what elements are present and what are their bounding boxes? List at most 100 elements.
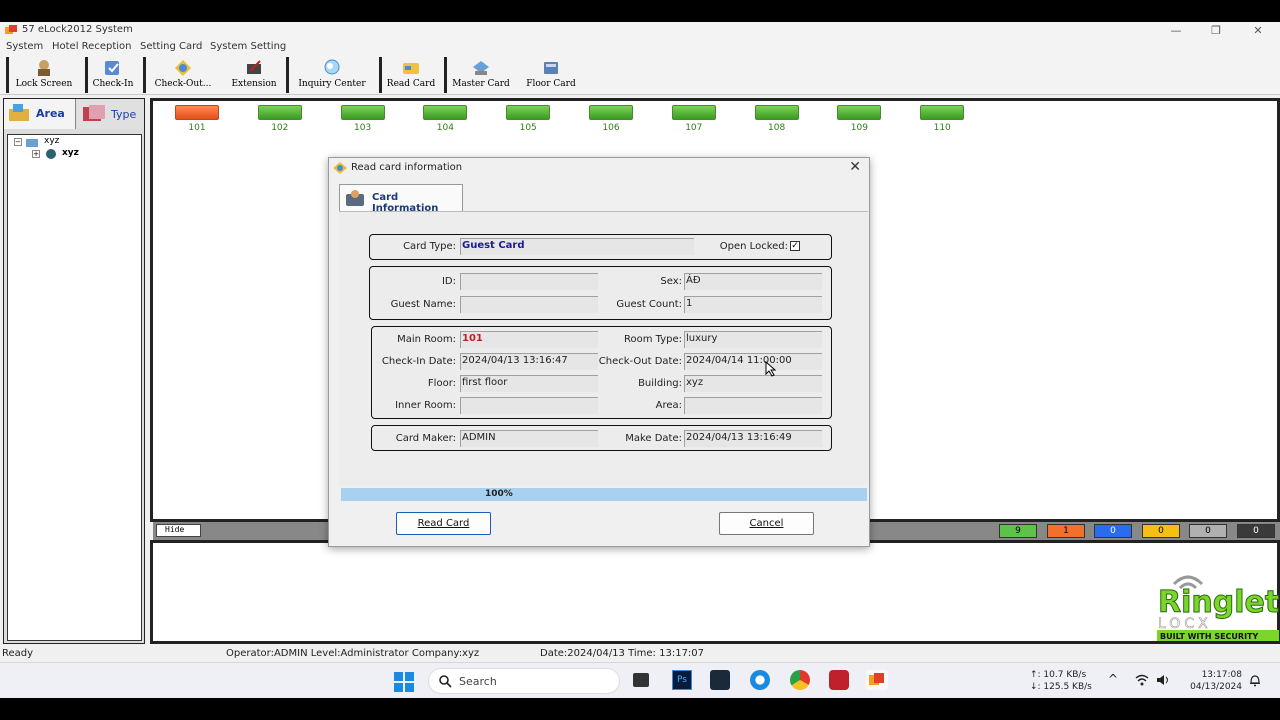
guest-count-field[interactable]: 1 [684, 296, 822, 313]
check-out-button[interactable]: Check-Out... [148, 55, 218, 95]
chevron-up-icon[interactable]: ^ [1108, 672, 1118, 686]
restore-button[interactable]: ❐ [1196, 22, 1236, 39]
main-room-field[interactable]: 101 [460, 331, 598, 348]
room-number-label: 110 [933, 123, 951, 133]
windows-start-icon[interactable] [394, 672, 414, 692]
tree-expand-toggle[interactable]: + [32, 150, 40, 158]
close-window-button[interactable]: ✕ [1238, 22, 1278, 39]
tree-collapse-toggle[interactable]: − [14, 138, 22, 146]
menu-system-setting[interactable]: System Setting [210, 41, 286, 52]
inquiry-center-button[interactable]: Inquiry Center [291, 55, 373, 95]
room-106[interactable]: 106 [589, 105, 633, 133]
tree-node-child[interactable]: xyz [62, 148, 79, 158]
make-date-field[interactable]: 2024/04/13 13:16:49 [684, 430, 822, 447]
room-104[interactable]: 104 [423, 105, 468, 133]
read-card-button-label: Read Card [417, 518, 470, 529]
card-info-panel: Card Type: Guest Card Open Locked: ✓ ID:… [339, 211, 868, 486]
counter-blue: 0 [1094, 524, 1132, 538]
tab-type[interactable]: Type [77, 99, 144, 129]
room-101[interactable]: 101 [175, 105, 219, 133]
room-status-block [257, 105, 302, 120]
building-field[interactable]: xyz [684, 375, 822, 392]
edge-icon[interactable] [750, 670, 770, 690]
search-icon [439, 675, 452, 688]
open-locked-label: Open Locked: [719, 241, 788, 252]
floor-card-button[interactable]: Floor Card [521, 55, 581, 95]
dialog-close-button[interactable]: ✕ [849, 159, 861, 175]
wifi-icon[interactable] [1135, 674, 1149, 686]
mouse-cursor-icon [765, 361, 777, 377]
master-card-button[interactable]: Master Card [449, 55, 513, 95]
card-maker-field[interactable]: ADMIN [460, 430, 598, 447]
recorder-icon[interactable] [829, 670, 849, 690]
taskbar-search[interactable]: Search [428, 668, 620, 694]
network-speed: ↑: 10.7 KB/s ↓: 125.5 KB/s [1030, 669, 1092, 693]
room-status-block [506, 105, 551, 120]
menu-setting-card[interactable]: Setting Card [140, 41, 202, 52]
toolbar-separator [286, 57, 289, 93]
room-type-field[interactable]: luxury [684, 331, 822, 348]
room-102[interactable]: 102 [257, 105, 302, 133]
clock-time: 13:17:08 [1201, 670, 1242, 680]
room-108[interactable]: 108 [754, 105, 799, 133]
read-card-button[interactable]: Read Card [384, 55, 438, 95]
cancel-button-label: Cancel [749, 518, 784, 529]
open-locked-checkbox[interactable]: ✓ [790, 241, 800, 251]
counter-dark: 0 [1237, 524, 1275, 538]
room-number-label: 106 [602, 123, 620, 133]
clock[interactable]: 13:17:08 04/13/2024 [1186, 669, 1242, 693]
cancel-button[interactable]: Cancel [719, 512, 814, 535]
tab-card-information[interactable]: Card Information [339, 184, 463, 214]
id-field[interactable] [460, 273, 598, 290]
room-105[interactable]: 105 [506, 105, 551, 133]
room-number-label: 101 [188, 123, 206, 133]
checkin-date-field[interactable]: 2024/04/13 13:16:47 [460, 353, 598, 370]
volume-icon[interactable] [1156, 674, 1170, 686]
maker-group: Card Maker: ADMIN Make Date: 2024/04/13 … [371, 425, 832, 451]
read-card-icon [403, 63, 419, 74]
checkout-date-label: Check-Out Date: [598, 356, 682, 367]
extension-button[interactable]: Extension [226, 55, 282, 95]
room-109[interactable]: 109 [837, 105, 882, 133]
guest-name-field[interactable] [460, 296, 598, 313]
room-number-label: 107 [685, 123, 703, 133]
tree-node-root[interactable]: xyz [44, 136, 59, 146]
minimize-button[interactable]: — [1156, 22, 1196, 39]
room-status-block [754, 105, 799, 120]
guest-count-label: Guest Count: [616, 299, 682, 310]
make-date-label: Make Date: [625, 433, 682, 444]
menu-system[interactable]: System [6, 41, 43, 52]
lock-screen-button[interactable]: Lock Screen [12, 55, 76, 95]
area-field[interactable] [684, 397, 822, 414]
room-103[interactable]: 103 [340, 105, 385, 133]
check-in-button[interactable]: Check-In [89, 55, 137, 95]
inquiry-center-label: Inquiry Center [298, 79, 366, 89]
tab-area-label: Area [36, 107, 65, 120]
notification-bell-icon[interactable] [1249, 674, 1261, 687]
room-number-label: 103 [354, 123, 372, 133]
ringlet-logo: Ringlet LOCX BUILT WITH SECURITY [1156, 570, 1280, 644]
menu-hotel-reception[interactable]: Hotel Reception [52, 41, 131, 52]
hide-button[interactable]: Hide [156, 524, 201, 537]
room-107[interactable]: 107 [671, 105, 716, 133]
sex-field[interactable]: ÁĐ [684, 273, 822, 290]
task-view-icon[interactable] [633, 673, 649, 687]
photoshop-icon[interactable]: Ps [672, 670, 692, 690]
extension-icon [247, 60, 261, 74]
check-in-icon [105, 61, 119, 75]
chrome-icon[interactable] [790, 670, 810, 690]
terminal-icon[interactable] [710, 670, 730, 690]
read-card-dialog-button[interactable]: Read Card [396, 512, 491, 535]
read-card-dialog: Read card information ✕ Card Information… [328, 157, 870, 547]
room-type-label: Room Type: [624, 334, 682, 345]
floor-field[interactable]: first floor [460, 375, 598, 392]
elock-app-icon[interactable] [866, 670, 888, 690]
elock-taskbar-icon [869, 673, 884, 685]
id-label: ID: [441, 276, 456, 287]
room-number-label: 105 [519, 123, 537, 133]
card-type-field[interactable]: Guest Card [460, 238, 694, 255]
checkout-date-field[interactable]: 2024/04/14 11:00:00 [684, 353, 822, 370]
room-110[interactable]: 110 [920, 105, 965, 133]
tab-area[interactable]: Area [4, 99, 76, 129]
inner-room-field[interactable] [460, 397, 598, 414]
